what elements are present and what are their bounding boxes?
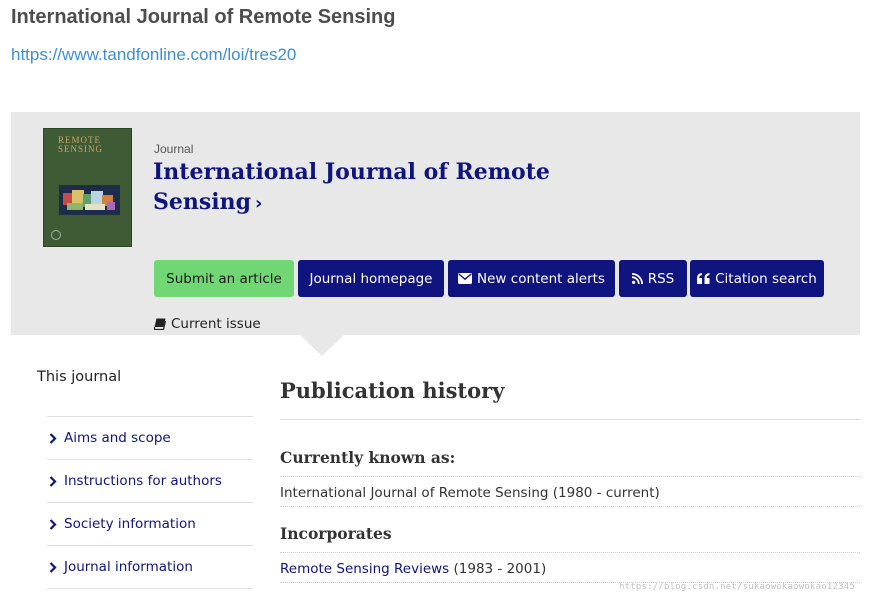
sidebar-item-aims-and-scope[interactable]: Aims and scope <box>47 417 253 460</box>
sidebar-item-journal-information[interactable]: Journal information <box>47 546 253 589</box>
sidebar-item-instructions-for-authors[interactable]: Instructions for authors <box>47 460 253 503</box>
sidebar-nav: Aims and scope Instructions for authors … <box>47 416 253 589</box>
submit-article-label: Submit an article <box>166 270 282 287</box>
journal-banner <box>11 112 860 335</box>
incorporated-journal-entry: Remote Sensing Reviews (1983 - 2001) <box>280 561 546 577</box>
rss-button[interactable]: RSS <box>619 260 687 297</box>
journal-homepage-label: Journal homepage <box>309 270 433 287</box>
journal-type-label: Journal <box>154 142 194 156</box>
chevron-right-icon: › <box>255 193 263 214</box>
citation-search-label: Citation search <box>715 270 817 287</box>
book-icon <box>154 318 166 330</box>
remote-sensing-reviews-link[interactable]: Remote Sensing Reviews <box>280 561 449 577</box>
new-content-alerts-label: New content alerts <box>477 270 605 287</box>
divider <box>280 476 860 477</box>
rss-icon <box>631 273 643 284</box>
cover-artwork <box>59 185 120 215</box>
envelope-icon <box>458 273 473 284</box>
page-title: International Journal of Remote Sensing <box>11 6 396 28</box>
quote-icon <box>697 273 710 284</box>
watermark-text: https://blog.csdn.net/sukaowokaowokao123… <box>619 582 855 592</box>
cover-publisher-logo <box>51 230 61 240</box>
sidebar-item-label: Society information <box>64 516 196 532</box>
sidebar-item-label: Instructions for authors <box>64 473 222 489</box>
sidebar-item-label: Journal information <box>64 559 193 575</box>
journal-homepage-button[interactable]: Journal homepage <box>298 260 444 297</box>
banner-pointer <box>300 335 344 356</box>
chevron-right-icon <box>49 432 57 444</box>
citation-search-button[interactable]: Citation search <box>690 260 824 297</box>
cover-title: REMOTE SENSING <box>58 135 104 154</box>
current-issue-label: Current issue <box>171 316 261 332</box>
sidebar-item-society-information[interactable]: Society information <box>47 503 253 546</box>
divider <box>280 552 860 553</box>
divider <box>280 506 860 507</box>
sidebar-heading: This journal <box>37 369 122 385</box>
currently-known-heading: Currently known as: <box>280 448 456 467</box>
publication-history-heading: Publication history <box>280 378 505 403</box>
divider <box>280 419 860 420</box>
new-content-alerts-button[interactable]: New content alerts <box>448 260 615 297</box>
journal-cover-image[interactable]: REMOTE SENSING <box>44 129 131 246</box>
submit-article-button[interactable]: Submit an article <box>154 260 294 297</box>
chevron-right-icon <box>49 561 57 573</box>
current-issue-link[interactable]: Current issue <box>154 316 261 332</box>
incorporated-years: (1983 - 2001) <box>453 561 547 577</box>
incorporates-heading: Incorporates <box>280 524 392 543</box>
journal-title-text: International Journal of Remote Sensing <box>153 159 550 215</box>
journal-title-link[interactable]: International Journal of Remote Sensing › <box>153 157 573 219</box>
rss-label: RSS <box>647 270 675 287</box>
chevron-right-icon <box>49 518 57 530</box>
journal-url-link[interactable]: https://www.tandfonline.com/loi/tres20 <box>11 45 296 65</box>
chevron-right-icon <box>49 475 57 487</box>
sidebar-item-label: Aims and scope <box>64 430 171 446</box>
current-journal-name: International Journal of Remote Sensing … <box>280 485 660 501</box>
